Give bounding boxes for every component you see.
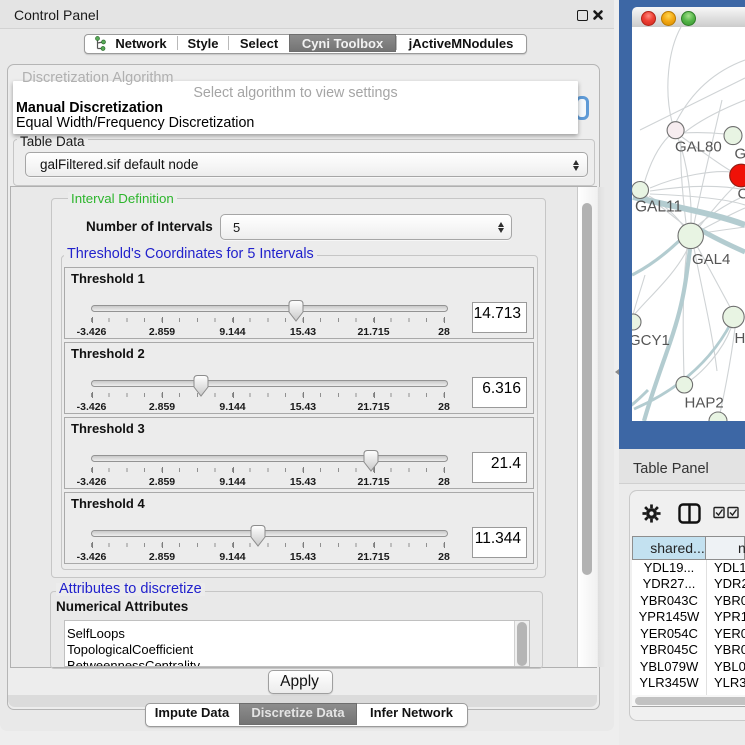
- svg-text:H: H: [735, 330, 745, 347]
- svg-text:GAL4: GAL4: [692, 251, 730, 268]
- svg-text:GA: GA: [735, 146, 745, 163]
- svg-text:GAL11: GAL11: [635, 199, 682, 216]
- svg-text:C: C: [738, 186, 745, 203]
- svg-text:GAL80: GAL80: [675, 139, 722, 156]
- svg-text:HAP2: HAP2: [685, 395, 724, 412]
- svg-text:GCY1: GCY1: [632, 332, 670, 349]
